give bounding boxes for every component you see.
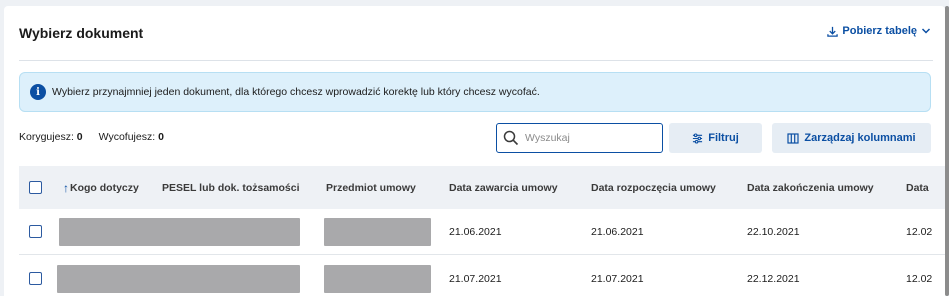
column-header-pesel[interactable]: PESEL lub dok. tożsamości [162,166,300,209]
column-header-conclusion-date[interactable]: Data zawarcia umowy [449,166,558,209]
column-header-start-date-label: Data rozpoczęcia umowy [591,181,716,194]
column-header-end-date[interactable]: Data zakończenia umowy [747,166,874,209]
table-row[interactable]: 21.06.2021 21.06.2021 22.10.2021 12.02 [19,209,945,255]
column-header-contract-subject[interactable]: Przedmiot umowy [326,166,416,209]
next-date-cell: 12.02 [906,272,933,285]
column-header-pesel-label: PESEL lub dok. tożsamości [162,181,300,194]
contract-subject-cell [324,256,431,296]
table-header: ↑ Kogo dotyczy PESEL lub dok. tożsamości… [19,166,945,209]
columns-icon [787,132,799,144]
column-header-next-date-label: Data [906,181,929,194]
sort-ascending-icon: ↑ [63,180,69,195]
header-divider [19,60,933,61]
filter-label: Filtruj [708,132,739,144]
correcting-value: 0 [76,131,83,143]
subject-cell [59,209,300,254]
start-date-cell: 21.06.2021 [591,225,644,238]
row-checkbox[interactable] [29,225,42,238]
page-title: Wybierz dokument [19,25,144,41]
manage-columns-label: Zarządzaj kolumnami [804,132,916,144]
vertical-scrollbar[interactable] [945,6,949,296]
redacted-name [59,217,300,246]
next-date-cell: 12.02 [906,225,933,238]
selection-counters: Korygujesz: 0 Wycofujesz: 0 [19,131,164,143]
select-all-checkbox[interactable] [29,181,42,194]
row-select-cell [29,256,42,296]
info-icon: i [30,84,46,100]
correcting-label: Korygujesz: [19,131,74,143]
column-header-start-date[interactable]: Data rozpoczęcia umowy [591,166,716,209]
end-date-cell: 22.10.2021 [747,225,800,238]
end-date-cell: 22.12.2021 [747,272,800,285]
column-header-subject[interactable]: ↑ Kogo dotyczy [63,166,139,209]
column-header-next-date[interactable]: Data [906,166,929,209]
chevron-down-icon [921,28,931,34]
download-table-button[interactable]: Pobierz tabelę [827,25,931,37]
download-icon [827,26,839,37]
conclusion-date-cell: 21.06.2021 [449,225,502,238]
conclusion-date-cell: 21.07.2021 [449,272,502,285]
document-selection-panel: Wybierz dokument Pobierz tabelę i Wybier… [4,6,945,296]
column-header-subject-label: Kogo dotyczy [70,181,139,194]
redacted-name [57,264,300,293]
withdrawing-value: 0 [158,131,164,143]
info-message: Wybierz przynajmniej jeden dokument, dla… [52,86,540,98]
search-icon [503,130,519,146]
subject-cell [57,256,300,296]
manage-columns-button[interactable]: Zarządzaj kolumnami [772,123,931,153]
withdrawing-counter: Wycofujesz: 0 [99,131,164,143]
redacted-contract-subject [324,264,431,293]
row-checkbox[interactable] [29,272,42,285]
search-input[interactable] [525,132,655,144]
column-header-contract-subject-label: Przedmiot umowy [326,181,416,194]
start-date-cell: 21.07.2021 [591,272,644,285]
table-row[interactable]: 21.07.2021 21.07.2021 22.12.2021 12.02 [19,256,945,296]
select-all-cell [29,166,42,209]
correcting-counter: Korygujesz: 0 [19,131,83,143]
redacted-contract-subject [324,217,431,246]
row-select-cell [29,209,42,254]
filter-button[interactable]: Filtruj [669,123,762,153]
download-table-label: Pobierz tabelę [842,25,917,37]
info-alert: i Wybierz przynajmniej jeden dokument, d… [19,72,931,112]
column-header-end-date-label: Data zakończenia umowy [747,181,874,194]
search-field[interactable] [496,123,663,153]
column-header-conclusion-date-label: Data zawarcia umowy [449,181,558,194]
filter-sliders-icon [693,132,703,144]
contract-subject-cell [324,209,431,254]
withdrawing-label: Wycofujesz: [98,131,156,143]
